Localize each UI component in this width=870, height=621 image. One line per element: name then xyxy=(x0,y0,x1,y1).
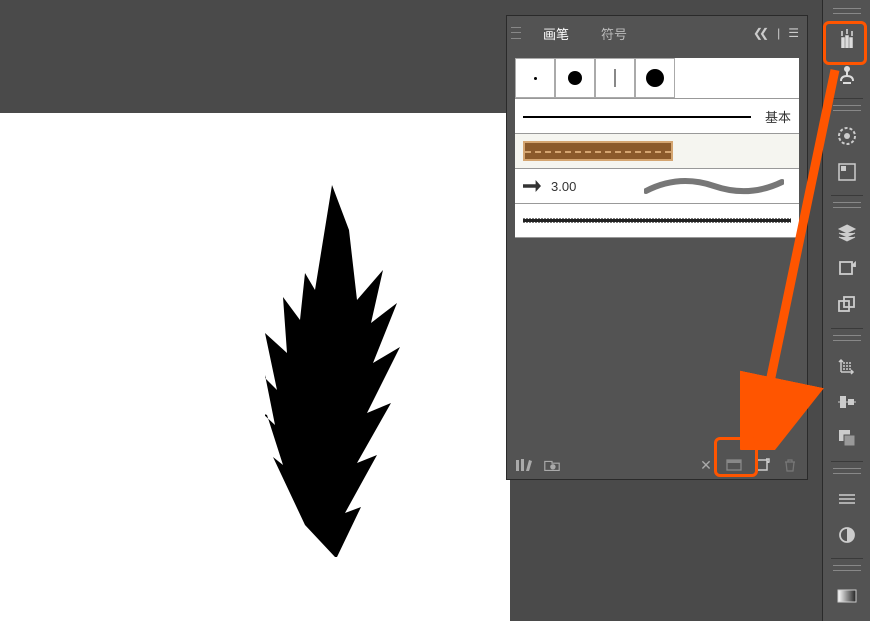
brush-pattern-row[interactable] xyxy=(515,133,799,168)
remove-stroke-icon[interactable]: ✕ xyxy=(697,456,715,474)
calligraphic-stroke-preview xyxy=(644,176,784,196)
brush-thumbnails-row xyxy=(515,58,799,98)
dock-drag-handle-4[interactable] xyxy=(833,335,861,341)
gradient-dock-icon[interactable] xyxy=(827,579,867,613)
color-dock-icon[interactable] xyxy=(827,119,867,153)
basic-stroke-preview xyxy=(523,116,751,118)
delete-brush-icon[interactable] xyxy=(781,456,799,474)
brush-thumb-medium[interactable] xyxy=(555,58,595,98)
dock-drag-handle-3[interactable] xyxy=(833,202,861,208)
brush-thumb-thin[interactable] xyxy=(595,58,635,98)
dock-drag-handle[interactable] xyxy=(833,8,861,14)
transparency-dock-icon[interactable] xyxy=(827,518,867,552)
brush-thumb-tiny[interactable] xyxy=(515,58,555,98)
leaf-artwork xyxy=(265,185,420,565)
brush-thumb-large[interactable] xyxy=(635,58,675,98)
highlight-new-brush xyxy=(714,437,758,477)
brush-list: 基本 3.00 xyxy=(515,58,799,238)
dock-drag-handle-5[interactable] xyxy=(833,468,861,474)
brush-libraries-icon[interactable] xyxy=(515,456,533,474)
pattern-brush-preview xyxy=(523,141,673,161)
panel-drag-handle[interactable] xyxy=(511,25,521,41)
highlight-brushes-dock xyxy=(823,21,867,65)
dock-drag-handle-2[interactable] xyxy=(833,105,861,111)
panel-tabs: 画笔 符号 ❯❯ | ☰ xyxy=(507,16,807,50)
artboards-dock-icon[interactable] xyxy=(827,252,867,286)
panel-footer: ✕ xyxy=(507,451,807,479)
dock-drag-handle-6[interactable] xyxy=(833,565,861,571)
pathfinder-dock-icon[interactable] xyxy=(827,421,867,455)
brush-basic-row[interactable]: 基本 xyxy=(515,98,799,133)
panel-menu-icon[interactable]: ☰ xyxy=(788,26,799,40)
align-dock-icon[interactable] xyxy=(827,385,867,419)
tab-brushes[interactable]: 画笔 xyxy=(527,18,585,49)
calligraphic-nib-icon xyxy=(523,180,541,192)
stroke-dock-icon[interactable] xyxy=(827,482,867,516)
layers-dock-icon[interactable] xyxy=(827,216,867,250)
swatches-dock-icon[interactable] xyxy=(827,155,867,189)
charcoal-stroke-preview xyxy=(523,219,791,222)
transform-dock-icon[interactable] xyxy=(827,349,867,383)
panel-collapse-icon[interactable]: ❯❯ xyxy=(757,26,769,40)
asset-export-dock-icon[interactable] xyxy=(827,288,867,322)
panel-divider: | xyxy=(777,26,780,40)
right-dock xyxy=(822,0,870,621)
calligraphic-value: 3.00 xyxy=(551,179,576,194)
tab-symbols[interactable]: 符号 xyxy=(585,18,643,49)
brush-charcoal-row[interactable] xyxy=(515,203,799,238)
brush-calligraphic-row[interactable]: 3.00 xyxy=(515,168,799,203)
libraries-cloud-icon[interactable] xyxy=(543,456,561,474)
canvas[interactable] xyxy=(0,113,510,621)
basic-label: 基本 xyxy=(765,107,791,126)
brushes-panel: 画笔 符号 ❯❯ | ☰ 基本 3.00 xyxy=(506,15,808,480)
